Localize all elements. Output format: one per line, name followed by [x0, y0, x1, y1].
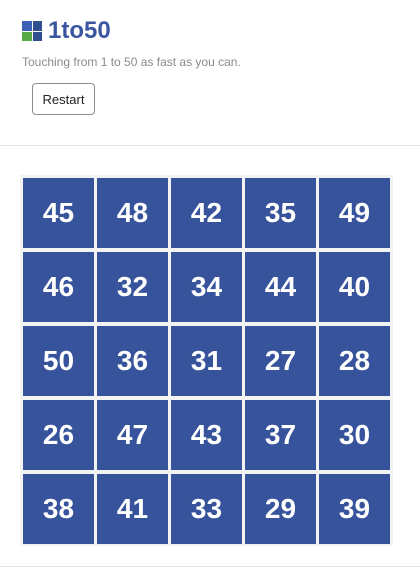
number-tile[interactable]: 34 [171, 252, 242, 322]
number-tile[interactable]: 48 [97, 178, 168, 248]
number-tile[interactable]: 45 [23, 178, 94, 248]
title-row: 1to50 [22, 17, 111, 45]
divider [0, 566, 420, 567]
number-tile[interactable]: 44 [245, 252, 316, 322]
number-tile[interactable]: 37 [245, 400, 316, 470]
number-tile[interactable]: 49 [319, 178, 390, 248]
number-tile[interactable]: 40 [319, 252, 390, 322]
number-tile[interactable]: 41 [97, 474, 168, 544]
number-tile[interactable]: 35 [245, 178, 316, 248]
tile-grid: 45 48 42 35 49 46 32 34 44 40 50 36 31 27 28 26 47 43 37 30… [23, 178, 390, 544]
number-tile[interactable]: 46 [23, 252, 94, 322]
number-tile[interactable]: 32 [97, 252, 168, 322]
grid-logo-icon [22, 21, 42, 41]
number-tile[interactable]: 29 [245, 474, 316, 544]
number-tile[interactable]: 39 [319, 474, 390, 544]
number-tile[interactable]: 36 [97, 326, 168, 396]
header: 1to50 Touching from 1 to 50 as fast as y… [0, 0, 420, 146]
number-tile[interactable]: 27 [245, 326, 316, 396]
subtitle: Touching from 1 to 50 as fast as you can… [22, 55, 241, 69]
number-tile[interactable]: 30 [319, 400, 390, 470]
page-title: 1to50 [48, 17, 111, 44]
number-tile[interactable]: 43 [171, 400, 242, 470]
number-tile[interactable]: 38 [23, 474, 94, 544]
number-tile[interactable]: 26 [23, 400, 94, 470]
number-tile[interactable]: 50 [23, 326, 94, 396]
number-tile[interactable]: 47 [97, 400, 168, 470]
restart-button[interactable]: Restart [32, 83, 95, 115]
number-tile[interactable]: 28 [319, 326, 390, 396]
number-tile[interactable]: 42 [171, 178, 242, 248]
game-board: 45 48 42 35 49 46 32 34 44 40 50 36 31 27 28 26 47 43 37 30… [20, 175, 393, 546]
number-tile[interactable]: 31 [171, 326, 242, 396]
number-tile[interactable]: 33 [171, 474, 242, 544]
